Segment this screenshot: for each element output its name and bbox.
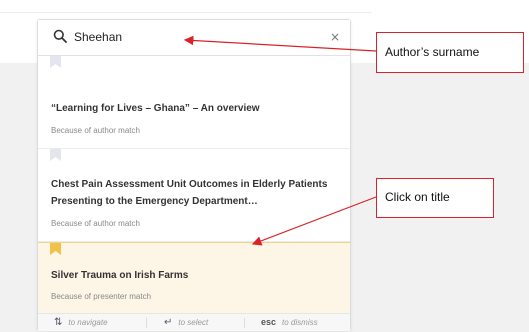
search-result-item[interactable]: “Learning for Lives – Ghana” – An overvi… xyxy=(38,56,350,149)
result-match-reason: Because of author match xyxy=(51,126,140,135)
navigate-hint-label: to navigate xyxy=(68,318,108,327)
surname-annotation: Author’s surname xyxy=(376,32,524,73)
result-title[interactable]: Chest Pain Assessment Unit Outcomes in E… xyxy=(51,176,341,210)
bookmark-icon xyxy=(50,56,61,68)
title-annotation: Click on title xyxy=(376,178,494,218)
top-divider xyxy=(0,12,372,13)
screenshot-stage: × “Learning for Lives – Ghana” – An over… xyxy=(0,0,529,332)
dismiss-hint-label: to dismiss xyxy=(282,318,318,327)
bookmark-icon xyxy=(50,149,61,161)
dismiss-hint: esc to dismiss xyxy=(261,314,318,331)
search-input[interactable] xyxy=(74,27,304,47)
bookmark-icon xyxy=(50,243,61,255)
close-icon[interactable]: × xyxy=(329,29,341,45)
footer-divider xyxy=(146,318,147,328)
keyboard-hints-footer: ⇅ to navigate ↵ to select esc to dismiss xyxy=(38,313,350,331)
navigate-hint: ⇅ to navigate xyxy=(54,314,108,331)
select-hint-label: to select xyxy=(178,318,209,327)
result-title[interactable]: Silver Trauma on Irish Farms xyxy=(51,267,341,284)
select-hint: ↵ to select xyxy=(164,314,208,331)
footer-divider xyxy=(244,318,245,328)
search-result-item[interactable]: Chest Pain Assessment Unit Outcomes in E… xyxy=(38,149,350,242)
esc-key-label: esc xyxy=(261,317,277,327)
search-icon xyxy=(53,29,67,43)
search-panel: × “Learning for Lives – Ghana” – An over… xyxy=(37,19,351,331)
result-match-reason: Because of author match xyxy=(51,219,140,228)
search-bar: × xyxy=(38,20,350,56)
result-title[interactable]: “Learning for Lives – Ghana” – An overvi… xyxy=(51,100,341,117)
arrows-up-down-icon: ⇅ xyxy=(54,317,63,328)
result-match-reason: Because of presenter match xyxy=(51,292,152,301)
enter-key-icon: ↵ xyxy=(164,317,173,328)
search-result-item-selected[interactable]: Silver Trauma on Irish Farms Because of … xyxy=(38,242,350,314)
